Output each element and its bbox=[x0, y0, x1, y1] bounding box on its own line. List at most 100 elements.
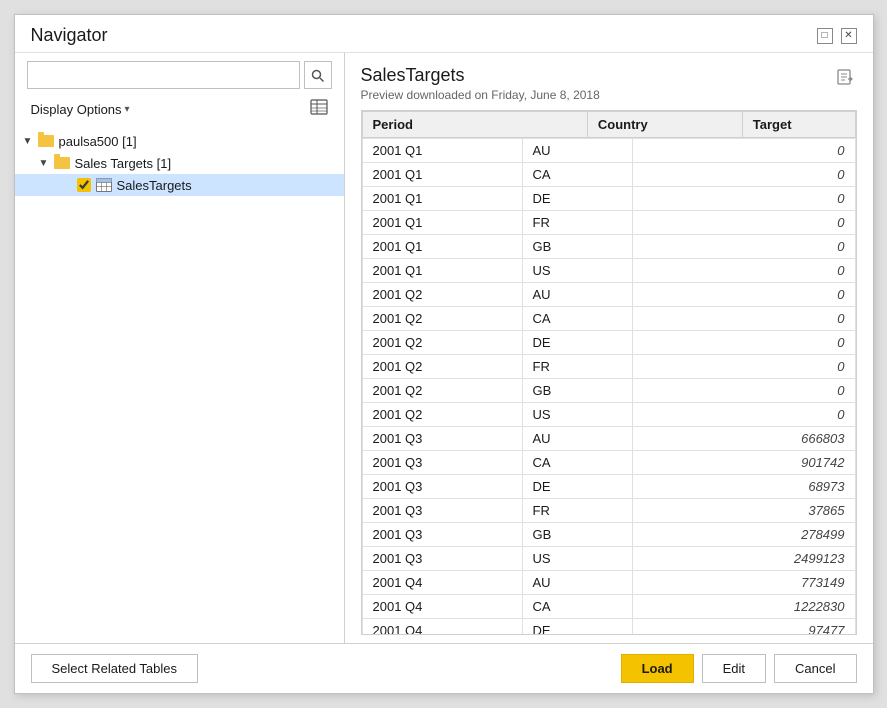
table-scroll[interactable]: 2001 Q1AU02001 Q1CA02001 Q1DE02001 Q1FR0… bbox=[362, 138, 856, 634]
cell-r15-c2: 37865 bbox=[632, 499, 855, 523]
cell-r10-c1: GB bbox=[522, 379, 632, 403]
cell-r6-c2: 0 bbox=[632, 283, 855, 307]
table-row: 2001 Q1US0 bbox=[362, 259, 855, 283]
table-row: 2001 Q2DE0 bbox=[362, 331, 855, 355]
col-header-period: Period bbox=[362, 112, 587, 138]
table-row: 2001 Q1DE0 bbox=[362, 187, 855, 211]
cell-r20-c2: 97477 bbox=[632, 619, 855, 635]
dialog-title: Navigator bbox=[31, 25, 108, 46]
table-icon bbox=[310, 99, 328, 115]
table-row: 2001 Q3FR37865 bbox=[362, 499, 855, 523]
table-row: 2001 Q2CA0 bbox=[362, 307, 855, 331]
cell-r13-c1: CA bbox=[522, 451, 632, 475]
table-row: 2001 Q2AU0 bbox=[362, 283, 855, 307]
cell-r5-c2: 0 bbox=[632, 259, 855, 283]
cell-r7-c1: CA bbox=[522, 307, 632, 331]
cell-r0-c1: AU bbox=[522, 139, 632, 163]
cell-r16-c2: 278499 bbox=[632, 523, 855, 547]
tree-node-sales_targets[interactable]: ▼Sales Targets [1] bbox=[15, 152, 344, 174]
cell-r19-c1: CA bbox=[522, 595, 632, 619]
table-icon bbox=[95, 177, 113, 193]
preview-title: SalesTargets bbox=[361, 65, 600, 86]
cell-r2-c1: DE bbox=[522, 187, 632, 211]
tree-area: ▼ paulsa500 [1] ▼Sales Targets [1] SalesTa… bbox=[15, 130, 344, 643]
cell-r0-c0: 2001 Q1 bbox=[362, 139, 522, 163]
cell-r16-c0: 2001 Q3 bbox=[362, 523, 522, 547]
cell-r13-c2: 901742 bbox=[632, 451, 855, 475]
data-table: PeriodCountryTarget bbox=[362, 111, 856, 138]
table-view-button[interactable] bbox=[306, 97, 332, 122]
cell-r5-c1: US bbox=[522, 259, 632, 283]
cancel-button[interactable]: Cancel bbox=[774, 654, 856, 683]
tree-arrow-icon: ▼ bbox=[23, 136, 35, 147]
cell-r13-c0: 2001 Q3 bbox=[362, 451, 522, 475]
window-controls: □ ✕ bbox=[817, 28, 857, 44]
cell-r18-c0: 2001 Q4 bbox=[362, 571, 522, 595]
cell-r3-c0: 2001 Q1 bbox=[362, 211, 522, 235]
cell-r18-c2: 773149 bbox=[632, 571, 855, 595]
cell-r11-c0: 2001 Q2 bbox=[362, 403, 522, 427]
cell-r17-c1: US bbox=[522, 547, 632, 571]
tree-checkbox-sales_targets_table[interactable] bbox=[77, 178, 91, 192]
search-button[interactable] bbox=[304, 61, 332, 89]
table-container: PeriodCountryTarget 2001 Q1AU02001 Q1CA0… bbox=[361, 110, 857, 635]
display-options-row: Display Options ▾ bbox=[15, 95, 344, 130]
cell-r0-c2: 0 bbox=[632, 139, 855, 163]
cell-r8-c1: DE bbox=[522, 331, 632, 355]
cell-r9-c0: 2001 Q2 bbox=[362, 355, 522, 379]
select-related-button[interactable]: Select Related Tables bbox=[31, 654, 199, 683]
tree-node-paulsa500[interactable]: ▼ paulsa500 [1] bbox=[15, 130, 344, 152]
cell-r16-c1: GB bbox=[522, 523, 632, 547]
search-input[interactable] bbox=[27, 61, 300, 89]
cell-r12-c0: 2001 Q3 bbox=[362, 427, 522, 451]
col-header-country: Country bbox=[587, 112, 742, 138]
col-header-target: Target bbox=[742, 112, 855, 138]
footer-right: Load Edit Cancel bbox=[621, 654, 857, 683]
table-row: 2001 Q3DE68973 bbox=[362, 475, 855, 499]
cell-r3-c1: FR bbox=[522, 211, 632, 235]
display-options-button[interactable]: Display Options ▾ bbox=[27, 100, 134, 119]
minimize-button[interactable]: □ bbox=[817, 28, 833, 44]
load-button[interactable]: Load bbox=[621, 654, 694, 683]
cell-r9-c1: FR bbox=[522, 355, 632, 379]
tree-node-sales_targets_table[interactable]: SalesTargets bbox=[15, 174, 344, 196]
preview-info: SalesTargets Preview downloaded on Frida… bbox=[361, 65, 600, 102]
tree-label-paulsa500: paulsa500 [1] bbox=[59, 134, 137, 149]
table-row: 2001 Q1CA0 bbox=[362, 163, 855, 187]
footer: Select Related Tables Load Edit Cancel bbox=[15, 643, 873, 693]
cell-r10-c2: 0 bbox=[632, 379, 855, 403]
cell-r2-c0: 2001 Q1 bbox=[362, 187, 522, 211]
cell-r11-c2: 0 bbox=[632, 403, 855, 427]
table-row: 2001 Q2US0 bbox=[362, 403, 855, 427]
cell-r14-c2: 68973 bbox=[632, 475, 855, 499]
left-panel: Display Options ▾ ▼ paulsa500 [1] ▼Sales T… bbox=[15, 53, 345, 643]
cell-r8-c2: 0 bbox=[632, 331, 855, 355]
cell-r17-c0: 2001 Q3 bbox=[362, 547, 522, 571]
title-bar: Navigator □ ✕ bbox=[15, 15, 873, 52]
cell-r4-c2: 0 bbox=[632, 235, 855, 259]
cell-r1-c2: 0 bbox=[632, 163, 855, 187]
cell-r1-c1: CA bbox=[522, 163, 632, 187]
table-row: 2001 Q4AU773149 bbox=[362, 571, 855, 595]
right-panel: SalesTargets Preview downloaded on Frida… bbox=[345, 53, 873, 643]
search-icon bbox=[311, 69, 324, 82]
cell-r15-c0: 2001 Q3 bbox=[362, 499, 522, 523]
table-row: 2001 Q1FR0 bbox=[362, 211, 855, 235]
table-row: 2001 Q3CA901742 bbox=[362, 451, 855, 475]
display-options-label: Display Options bbox=[31, 102, 122, 117]
close-button[interactable]: ✕ bbox=[841, 28, 857, 44]
table-row: 2001 Q3AU666803 bbox=[362, 427, 855, 451]
cell-r3-c2: 0 bbox=[632, 211, 855, 235]
data-table-body: 2001 Q1AU02001 Q1CA02001 Q1DE02001 Q1FR0… bbox=[362, 138, 856, 634]
tree-arrow-icon: ▼ bbox=[39, 158, 51, 169]
edit-button[interactable]: Edit bbox=[702, 654, 766, 683]
cell-r12-c2: 666803 bbox=[632, 427, 855, 451]
cell-r17-c2: 2499123 bbox=[632, 547, 855, 571]
table-row: 2001 Q3US2499123 bbox=[362, 547, 855, 571]
cell-r20-c0: 2001 Q4 bbox=[362, 619, 522, 635]
table-row: 2001 Q1AU0 bbox=[362, 139, 855, 163]
preview-subtitle: Preview downloaded on Friday, June 8, 20… bbox=[361, 88, 600, 102]
preview-export-button[interactable] bbox=[833, 65, 857, 94]
folder-icon bbox=[53, 155, 71, 171]
cell-r4-c1: GB bbox=[522, 235, 632, 259]
